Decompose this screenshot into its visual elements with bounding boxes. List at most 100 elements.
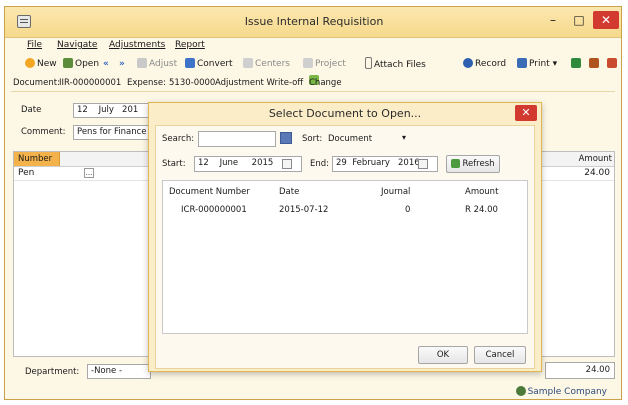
row-lookup-button[interactable]: ... (84, 168, 94, 178)
new-button[interactable]: New (25, 57, 57, 71)
minimize-button[interactable]: – (543, 11, 563, 29)
expense-account: 5130-0000 (169, 78, 216, 88)
new-icon (25, 58, 35, 68)
comment-input[interactable]: Pens for Finance (73, 125, 157, 140)
window-title: Issue Internal Requisition (244, 15, 384, 28)
chevron-down-icon: ▾ (552, 59, 558, 69)
open-label: Open (75, 59, 100, 69)
row-document-number: ICR-000000001 (181, 205, 247, 215)
change-label: Change (309, 78, 342, 88)
end-label: End: (310, 159, 330, 169)
users-button[interactable] (589, 57, 601, 71)
company-icon (515, 386, 526, 396)
date-month: July (98, 105, 114, 115)
company-status[interactable]: Sample Company (515, 386, 607, 397)
start-label: Start: (162, 159, 186, 169)
row-number: Pen (18, 168, 35, 178)
settings-icon (607, 58, 617, 68)
column-number[interactable]: Number (14, 152, 60, 166)
expense-description: Adjustment Write-off (215, 78, 304, 88)
row-journal: 0 (405, 205, 411, 215)
column-document-number[interactable]: Document Number (169, 187, 250, 197)
calendar-icon[interactable] (282, 159, 292, 169)
document-info-bar: Document: IIR-000000001 Expense: 5130-00… (11, 75, 615, 92)
sort-value: Document (328, 134, 373, 144)
calendar-icon[interactable] (418, 159, 428, 169)
adjust-button[interactable]: Adjust (137, 57, 177, 71)
menu-bar: File Navigate Adjustments Report (5, 39, 621, 53)
convert-label: Convert (197, 59, 233, 69)
department-select[interactable]: -None - (87, 364, 151, 379)
paperclip-icon (365, 57, 372, 69)
close-button[interactable]: ✕ (593, 11, 619, 29)
convert-icon (185, 58, 195, 68)
convert-button[interactable]: Convert (185, 57, 233, 71)
start-day: 12 (198, 158, 209, 168)
maximize-button[interactable]: □ (569, 11, 589, 29)
document-label: Document: (13, 78, 60, 88)
menu-report[interactable]: Report (175, 40, 205, 50)
title-bar: Issue Internal Requisition – □ ✕ (5, 7, 621, 38)
menu-navigate[interactable]: Navigate (57, 40, 97, 50)
sort-select[interactable]: Document ▾ (326, 131, 412, 147)
print-button[interactable]: Print ▾ (517, 57, 557, 71)
date-label: Date (21, 105, 42, 115)
menu-file[interactable]: File (27, 40, 42, 50)
start-month: June (219, 158, 239, 168)
open-icon (63, 58, 73, 68)
row-amount: R 24.00 (465, 205, 498, 215)
column-journal[interactable]: Journal (381, 187, 410, 197)
ok-button[interactable]: OK (418, 346, 468, 364)
select-document-dialog: Select Document to Open... ✕ Search: Sor… (148, 102, 542, 372)
document-number: IIR-000000001 (59, 78, 122, 88)
end-day: 29 (336, 158, 347, 168)
chevron-left-icon: « (103, 59, 109, 69)
refresh-label: Refresh (462, 159, 495, 169)
toolbar: New Open « » Adjust Convert Centers Proj… (5, 55, 621, 73)
expense-label: Expense: (127, 78, 166, 88)
dialog-title: Select Document to Open... (268, 107, 422, 120)
next-button[interactable]: » (119, 57, 125, 71)
table-row[interactable]: ICR-000000001 2015-07-12 0 R 24.00 (163, 203, 527, 217)
project-label: Project (315, 59, 346, 69)
company-name: Sample Company (527, 387, 607, 397)
project-button[interactable]: Project (303, 57, 346, 71)
menu-adjustments[interactable]: Adjustments (109, 40, 165, 50)
centers-label: Centers (255, 59, 290, 69)
column-date[interactable]: Date (279, 187, 299, 197)
date-year: 201 (122, 105, 139, 115)
open-button[interactable]: Open (63, 57, 99, 71)
column-amount[interactable]: Amount (579, 152, 612, 166)
attach-files-button[interactable]: Attach Files (365, 57, 426, 71)
search-icon[interactable] (280, 132, 292, 144)
date-day: 12 (77, 105, 88, 115)
end-month: February (352, 158, 390, 168)
results-table: Document Number Date Journal Amount ICR-… (162, 180, 528, 334)
comment-label: Comment: (21, 127, 66, 137)
sort-label: Sort: (302, 134, 323, 144)
record-icon (463, 58, 473, 68)
excel-button[interactable] (571, 57, 583, 71)
attach-files-label: Attach Files (374, 60, 426, 70)
refresh-button[interactable]: Refresh (446, 155, 500, 173)
search-input[interactable] (198, 131, 276, 147)
centers-button[interactable]: Centers (243, 57, 290, 71)
end-year: 2016 (398, 158, 420, 168)
date-field[interactable]: 12 July 201 (73, 103, 157, 118)
refresh-icon (451, 159, 461, 168)
adjust-icon (137, 58, 147, 68)
total-amount: 24.00 (545, 362, 615, 379)
row-date: 2015-07-12 (279, 205, 329, 215)
settings-button[interactable] (607, 57, 619, 71)
project-icon (303, 58, 313, 68)
department-label: Department: (25, 367, 80, 377)
users-icon (589, 58, 599, 68)
previous-button[interactable]: « (103, 57, 109, 71)
excel-icon (571, 58, 581, 68)
dialog-body: Search: Sort: Document ▾ Start: 12 June … (155, 125, 535, 369)
dialog-close-button[interactable]: ✕ (515, 105, 537, 121)
record-button[interactable]: Record (463, 57, 506, 71)
column-amount[interactable]: Amount (465, 187, 498, 197)
cancel-button[interactable]: Cancel (474, 346, 526, 364)
row-amount: 24.00 (584, 168, 610, 178)
